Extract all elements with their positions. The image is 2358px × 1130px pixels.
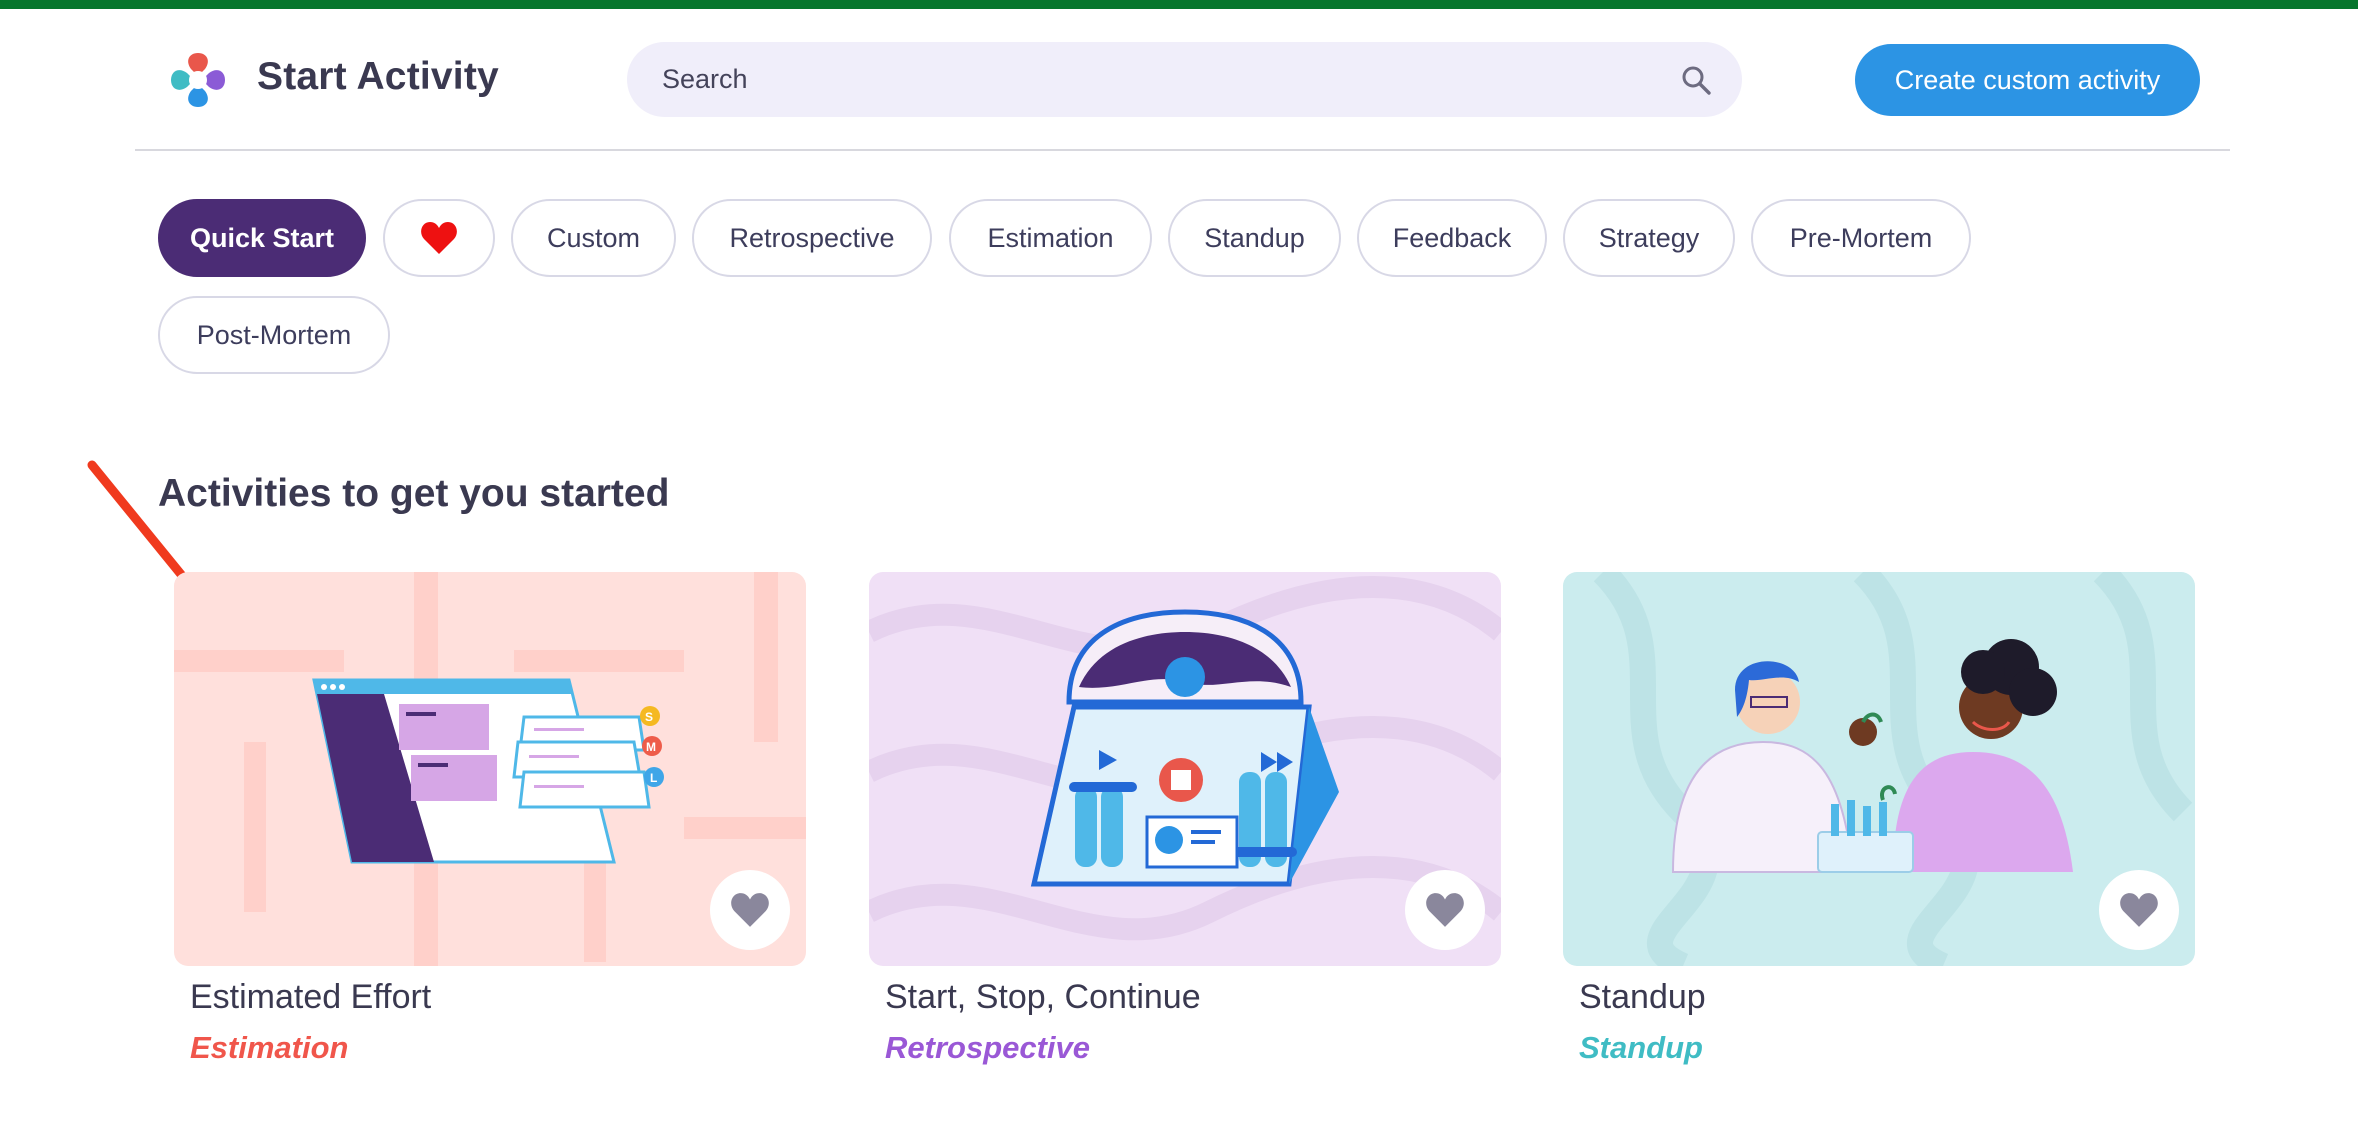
favorite-button[interactable] — [2099, 870, 2179, 950]
activity-card-standup[interactable] — [1563, 572, 2195, 966]
filter-chip-strategy[interactable]: Strategy — [1563, 199, 1735, 277]
filter-chip-custom[interactable]: Custom — [511, 199, 676, 277]
filter-chip-favorites[interactable] — [383, 199, 495, 277]
activity-card-start-stop-continue[interactable] — [869, 572, 1501, 966]
filter-chip-quick-start[interactable]: Quick Start — [158, 199, 366, 277]
svg-text:S: S — [645, 710, 653, 724]
card-category: Estimation — [190, 1030, 349, 1065]
search-icon[interactable] — [1680, 64, 1712, 96]
card-category: Retrospective — [885, 1030, 1091, 1065]
card-category: Standup — [1579, 1030, 1703, 1065]
search-input[interactable] — [662, 42, 1642, 117]
create-custom-activity-button[interactable]: Create custom activity — [1855, 44, 2200, 116]
filter-chip-post-mortem[interactable]: Post-Mortem — [158, 296, 390, 374]
favorite-button[interactable] — [710, 870, 790, 950]
favorite-button[interactable] — [1405, 870, 1485, 950]
svg-text:L: L — [650, 771, 657, 785]
card-title[interactable]: Estimated Effort — [190, 978, 431, 1017]
search-bar[interactable] — [627, 42, 1742, 117]
heart-icon — [731, 893, 769, 927]
card-title[interactable]: Start, Stop, Continue — [885, 978, 1201, 1017]
app-title: Start Activity — [257, 55, 499, 98]
heart-icon — [421, 222, 457, 254]
filter-chip-feedback[interactable]: Feedback — [1357, 199, 1547, 277]
filter-chip-pre-mortem[interactable]: Pre-Mortem — [1751, 199, 1971, 277]
activity-card-estimated-effort[interactable]: S M L — [174, 572, 806, 966]
app-logo-icon[interactable] — [167, 49, 229, 111]
filter-chip-standup[interactable]: Standup — [1168, 199, 1341, 277]
top-status-bar — [0, 0, 2358, 9]
filter-chip-estimation[interactable]: Estimation — [949, 199, 1152, 277]
filter-chip-retrospective[interactable]: Retrospective — [692, 199, 932, 277]
svg-text:M: M — [646, 740, 656, 754]
heart-icon — [1426, 893, 1464, 927]
page-header: Start Activity Create custom activity — [135, 9, 2230, 151]
heart-icon — [2120, 893, 2158, 927]
card-title[interactable]: Standup — [1579, 978, 1706, 1017]
